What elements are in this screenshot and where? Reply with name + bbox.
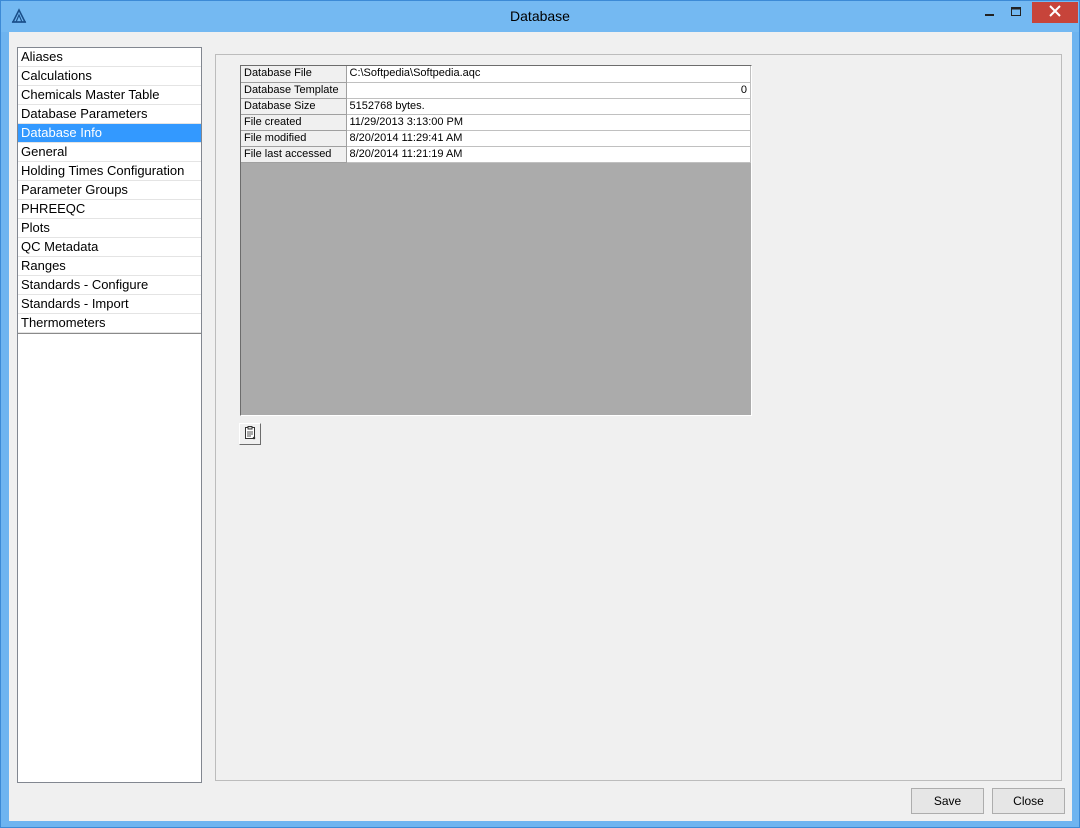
row-value[interactable]: C:\Softpedia\Softpedia.aqc: [346, 66, 751, 83]
table-row[interactable]: Database File C:\Softpedia\Softpedia.aqc: [241, 66, 751, 83]
sidebar-item-standards-configure[interactable]: Standards - Configure: [18, 276, 201, 295]
minimize-button[interactable]: [976, 2, 1003, 23]
table-row[interactable]: File last accessed 8/20/2014 11:21:19 AM: [241, 146, 751, 163]
row-value[interactable]: 8/20/2014 11:21:19 AM: [346, 146, 751, 163]
window-title: Database: [510, 8, 570, 24]
close-button[interactable]: Close: [992, 788, 1065, 814]
maximize-icon: [1011, 6, 1022, 20]
close-window-button[interactable]: [1032, 2, 1078, 23]
sidebar-item-qc-metadata[interactable]: QC Metadata: [18, 238, 201, 257]
save-button[interactable]: Save: [911, 788, 984, 814]
row-value[interactable]: 5152768 bytes.: [346, 98, 751, 115]
row-label: Database Size: [241, 98, 347, 115]
table-row[interactable]: File modified 8/20/2014 11:29:41 AM: [241, 130, 751, 147]
row-value[interactable]: 8/20/2014 11:29:41 AM: [346, 130, 751, 147]
sidebar-item-chemicals-master-table[interactable]: Chemicals Master Table: [18, 86, 201, 105]
database-window: Database Aliases Calculations Chemicals Ma…: [0, 0, 1080, 828]
row-label: File last accessed: [241, 146, 347, 163]
row-label: File modified: [241, 130, 347, 147]
sidebar-item-database-info[interactable]: Database Info: [18, 124, 201, 143]
maximize-button[interactable]: [1003, 2, 1030, 23]
row-value[interactable]: 0: [346, 82, 751, 99]
sidebar-item-standards-import[interactable]: Standards - Import: [18, 295, 201, 314]
close-icon: [1049, 5, 1061, 20]
row-value[interactable]: 11/29/2013 3:13:00 PM: [346, 114, 751, 131]
sidebar-item-database-parameters[interactable]: Database Parameters: [18, 105, 201, 124]
database-info-grid[interactable]: Database File C:\Softpedia\Softpedia.aqc D…: [240, 65, 752, 416]
client-area: Aliases Calculations Chemicals Master Tabl…: [9, 32, 1072, 821]
database-info-panel: Database File C:\Softpedia\Softpedia.aqc D…: [215, 54, 1062, 781]
minimize-icon: [984, 6, 995, 20]
row-label: File created: [241, 114, 347, 131]
settings-category-list[interactable]: Aliases Calculations Chemicals Master Tabl…: [17, 47, 202, 783]
sidebar-item-ranges[interactable]: Ranges: [18, 257, 201, 276]
category-list: Aliases Calculations Chemicals Master Tabl…: [18, 48, 201, 333]
table-row[interactable]: Database Size 5152768 bytes.: [241, 98, 751, 115]
list-end-divider: [18, 333, 201, 334]
table-row[interactable]: File created 11/29/2013 3:13:00 PM: [241, 114, 751, 131]
row-label: Database File: [241, 66, 347, 83]
grid-body: Database File C:\Softpedia\Softpedia.aqc D…: [241, 66, 751, 163]
title-bar[interactable]: Database: [1, 1, 1079, 32]
sidebar-item-thermometers[interactable]: Thermometers: [18, 314, 201, 333]
row-label: Database Template: [241, 82, 347, 99]
sidebar-item-holding-times-configuration[interactable]: Holding Times Configuration: [18, 162, 201, 181]
table-row[interactable]: Database Template 0: [241, 82, 751, 99]
sidebar-item-parameter-groups[interactable]: Parameter Groups: [18, 181, 201, 200]
sidebar-item-calculations[interactable]: Calculations: [18, 67, 201, 86]
sidebar-item-plots[interactable]: Plots: [18, 219, 201, 238]
sidebar-item-phreeqc[interactable]: PHREEQC: [18, 200, 201, 219]
sidebar-item-general[interactable]: General: [18, 143, 201, 162]
copy-clipboard-icon: [242, 425, 258, 444]
copy-button[interactable]: [239, 423, 261, 445]
sidebar-item-aliases[interactable]: Aliases: [18, 48, 201, 67]
